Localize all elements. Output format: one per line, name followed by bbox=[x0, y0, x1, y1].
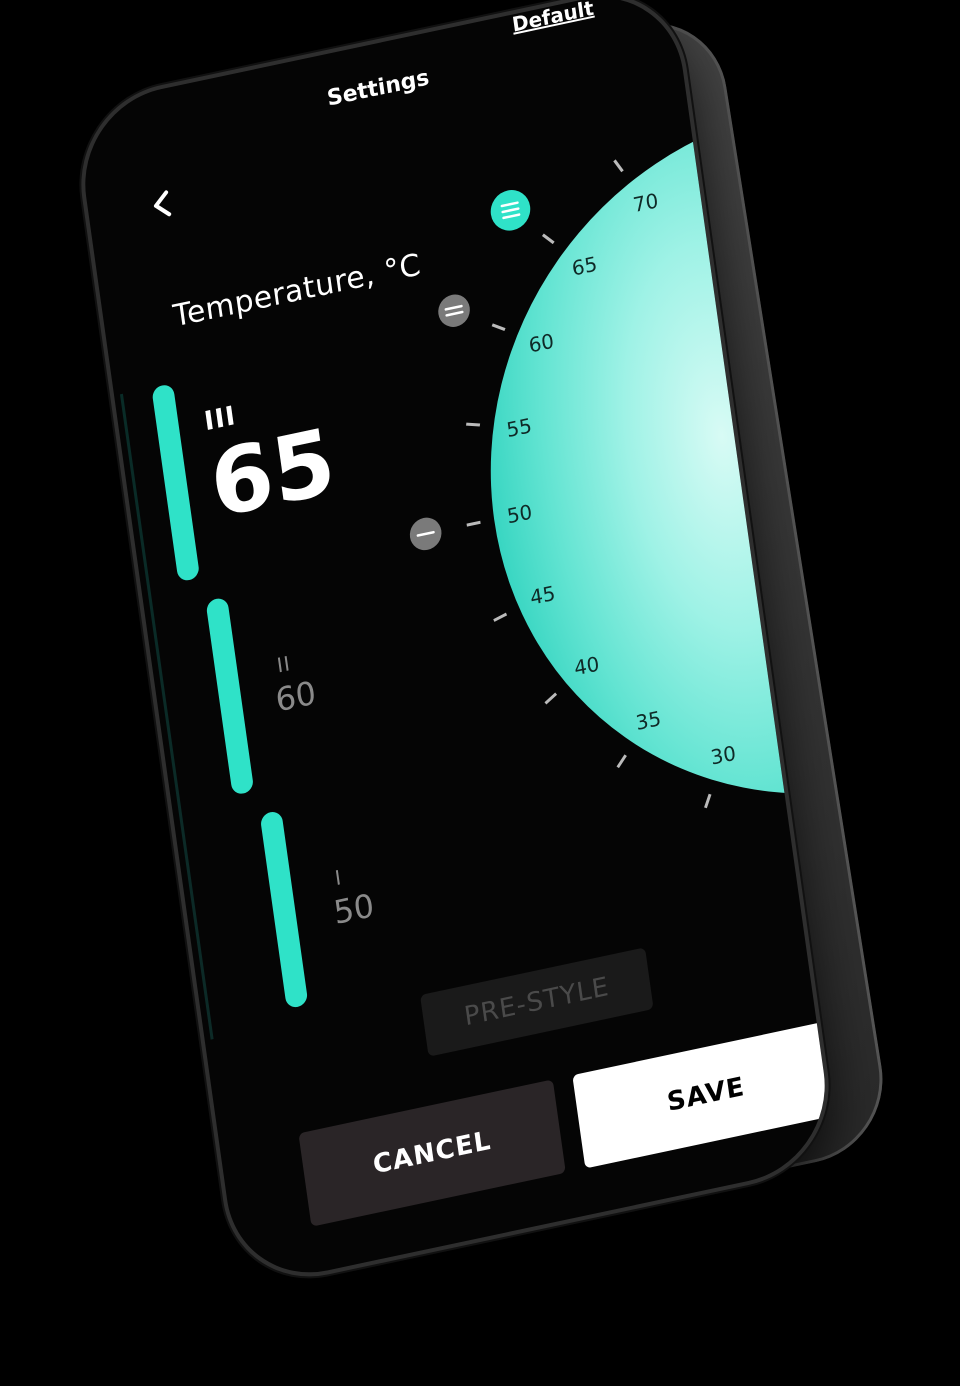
save-button[interactable]: SAVE bbox=[572, 1021, 837, 1169]
dial-marker-iii[interactable] bbox=[488, 186, 533, 234]
level-bar-1[interactable] bbox=[259, 809, 309, 1010]
chevron-left-icon bbox=[153, 190, 172, 217]
dial-tick bbox=[544, 692, 558, 705]
level-2-value: 60 bbox=[273, 673, 319, 720]
dial-tick bbox=[491, 323, 506, 331]
prestyle-button[interactable]: PRE-STYLE bbox=[419, 947, 654, 1057]
dial-marker-ii[interactable] bbox=[436, 292, 472, 330]
dial-tick bbox=[541, 233, 555, 245]
dial-tick bbox=[493, 612, 508, 622]
dial-tick bbox=[704, 793, 712, 809]
dial-tick bbox=[466, 422, 481, 427]
cancel-button[interactable]: CANCEL bbox=[298, 1079, 566, 1227]
level-bar-2[interactable] bbox=[205, 596, 255, 796]
level-bar-3[interactable] bbox=[151, 383, 201, 583]
dial-tick bbox=[613, 159, 624, 173]
level-2-roman: II bbox=[275, 650, 293, 678]
dial-tick bbox=[466, 520, 481, 527]
level-1-roman: I bbox=[333, 864, 344, 891]
scene: Default Settings Temperature, °C III 65 … bbox=[0, 0, 960, 1386]
back-button[interactable] bbox=[144, 184, 182, 225]
dial-tick bbox=[616, 754, 627, 769]
dial-marker-i[interactable] bbox=[408, 515, 444, 553]
page-title: Settings bbox=[325, 65, 431, 112]
level-1-value: 50 bbox=[331, 885, 377, 933]
